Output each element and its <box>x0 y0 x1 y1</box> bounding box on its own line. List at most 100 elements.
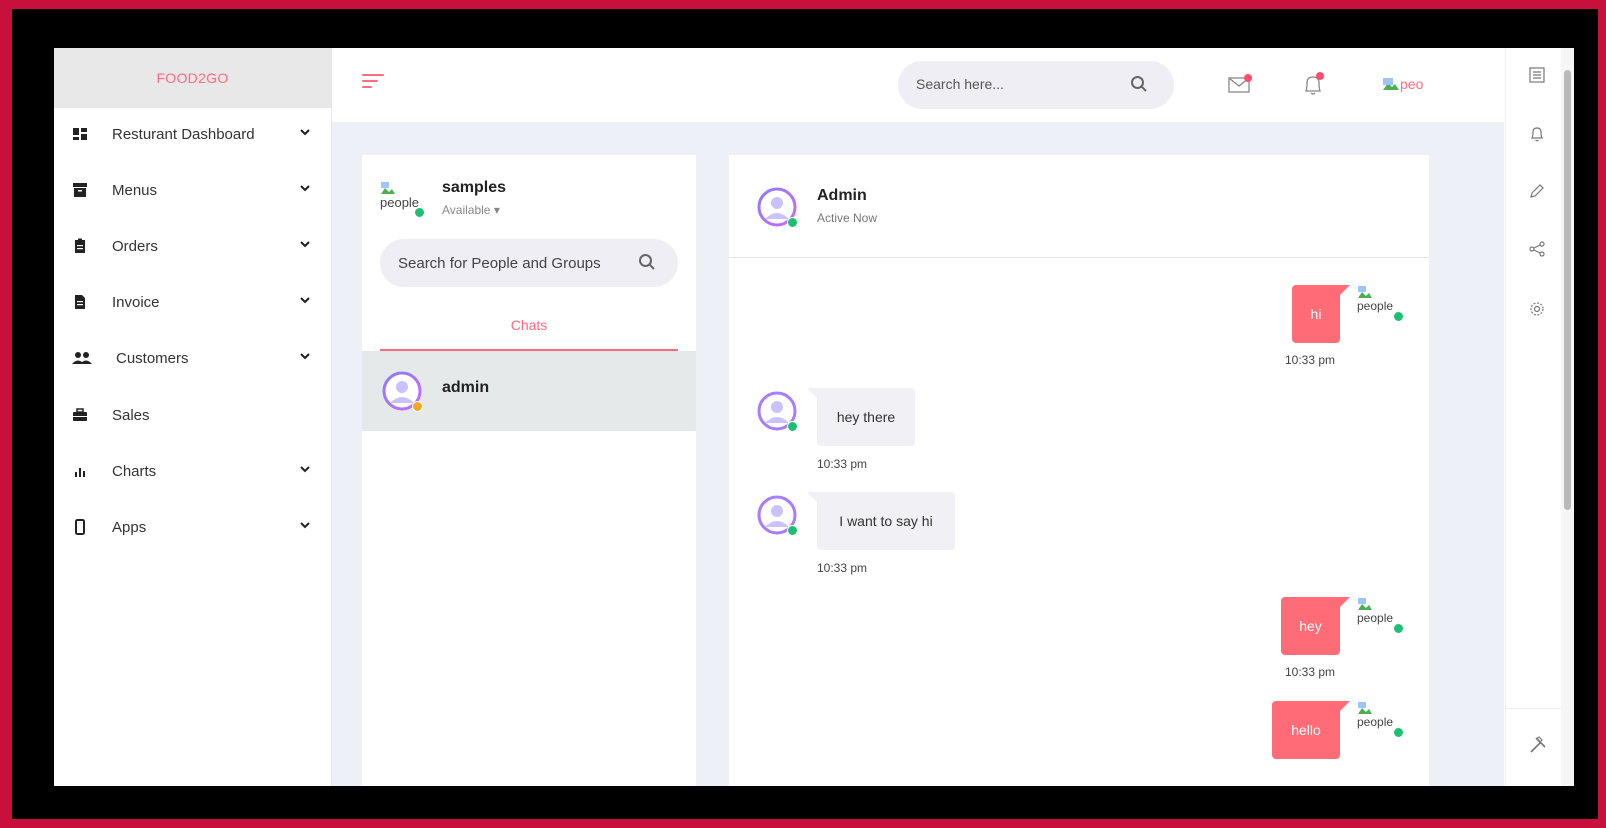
sidebar-item-customers[interactable]: Customers <box>54 338 331 378</box>
my-message-avatar: people <box>1357 701 1404 739</box>
my-status-dropdown[interactable]: Available ▾ <box>442 203 500 217</box>
clipboard-icon <box>75 238 85 253</box>
search-input[interactable] <box>914 75 1118 93</box>
broken-image-icon <box>1358 702 1372 714</box>
sidebar-item-sales[interactable]: Sales <box>54 395 331 435</box>
online-status-dot <box>1393 311 1404 322</box>
sidebar-item-menus[interactable]: Menus <box>54 170 331 210</box>
avatar-alt: people <box>1357 611 1394 625</box>
avatar-alt: people <box>1357 715 1394 729</box>
message-incoming: I want to say hi <box>807 492 955 550</box>
message-time: 10:33 pm <box>1285 665 1336 679</box>
message-incoming: hey there <box>807 388 915 446</box>
sender-avatar <box>757 495 798 536</box>
chevron-down-icon <box>300 353 310 360</box>
online-status-dot <box>787 421 798 432</box>
avatar-alt: people <box>1357 299 1394 313</box>
scrollbar-thumb[interactable] <box>1564 70 1571 510</box>
sidebar-item-label: Apps <box>112 518 147 536</box>
message-time: 10:33 pm <box>817 561 868 575</box>
app-window: FOOD2GO Resturant Dashboard Menus Orders… <box>54 48 1574 786</box>
peer-name: Admin <box>817 187 867 204</box>
my-avatar: people <box>380 181 425 218</box>
peer-status: Active Now <box>817 211 878 225</box>
scrollbar[interactable] <box>1561 48 1574 786</box>
pencil-icon[interactable] <box>1528 182 1546 200</box>
list-icon[interactable] <box>1528 66 1546 84</box>
sidebar-item-label: Orders <box>112 237 158 255</box>
my-name: samples <box>442 179 507 196</box>
caret-down-icon: ▾ <box>493 203 500 217</box>
sidebar-item-label: Customers <box>116 349 189 367</box>
sidebar-item-label: Charts <box>112 462 157 480</box>
sidebar-item-label: Menus <box>112 181 158 199</box>
search-icon[interactable] <box>638 253 656 271</box>
sidebar-item-invoice[interactable]: Invoice <box>54 282 331 322</box>
tools-icon[interactable] <box>1528 735 1548 755</box>
sidebar: FOOD2GO Resturant Dashboard Menus Orders… <box>54 48 332 786</box>
file-invoice-icon <box>75 295 85 309</box>
online-status-dot <box>787 217 798 228</box>
message-text: hi <box>1310 306 1322 322</box>
chevron-down-icon <box>300 129 310 136</box>
message-text: hello <box>1291 722 1321 738</box>
online-status-dot <box>787 525 798 536</box>
tab-chats[interactable]: Chats <box>380 305 678 351</box>
archive-icon <box>73 183 87 197</box>
broken-image-icon <box>381 182 395 194</box>
my-avatar-alt: people <box>380 195 420 210</box>
sidebar-item-resturant-dashboard[interactable]: Resturant Dashboard <box>54 114 331 154</box>
message-outgoing: hey <box>1281 597 1350 655</box>
sidebar-item-label: Resturant Dashboard <box>112 125 255 143</box>
online-status-dot <box>1393 727 1404 738</box>
sidebar-item-label: Sales <box>112 406 150 424</box>
message-outgoing: hi <box>1292 285 1350 343</box>
message-text: hey <box>1299 618 1322 634</box>
contact-avatar <box>382 371 423 412</box>
conversation-header: Admin Active Now <box>729 155 1429 258</box>
content-area: people samples Available ▾ Chats admin <box>332 123 1504 786</box>
profile-menu[interactable]: peo <box>1382 76 1423 92</box>
topbar: peo <box>332 48 1504 123</box>
profile-image-alt: peo <box>1400 76 1424 92</box>
brand-logo[interactable]: FOOD2GO <box>54 48 331 108</box>
search-icon[interactable] <box>1130 75 1148 93</box>
bar-chart-icon <box>75 468 85 477</box>
chat-list-panel: people samples Available ▾ Chats admin <box>362 155 696 786</box>
sidebar-item-label: Invoice <box>112 293 160 311</box>
sidebar-item-charts[interactable]: Charts <box>54 451 331 491</box>
broken-image-icon <box>1358 598 1372 610</box>
notification-dot <box>1244 74 1252 82</box>
chevron-down-icon <box>300 466 310 473</box>
chevron-down-icon <box>300 297 310 304</box>
menu-toggle-icon[interactable] <box>362 74 384 90</box>
my-message-avatar: people <box>1357 597 1404 635</box>
notifications-button[interactable] <box>1302 72 1324 96</box>
my-status-label: Available <box>442 203 491 217</box>
dashboard-icon <box>73 128 87 140</box>
people-search-input[interactable] <box>396 254 620 273</box>
mobile-icon <box>75 519 85 535</box>
gear-icon[interactable] <box>1528 300 1546 318</box>
global-search <box>898 61 1174 109</box>
message-time: 10:33 pm <box>1285 353 1336 367</box>
message-outgoing: hello <box>1272 701 1350 759</box>
chevron-down-icon <box>300 241 310 248</box>
share-icon[interactable] <box>1528 240 1546 258</box>
sidebar-item-apps[interactable]: Apps <box>54 507 331 547</box>
bell-icon[interactable] <box>1528 124 1546 142</box>
peer-avatar <box>757 187 798 228</box>
sidebar-item-orders[interactable]: Orders <box>54 226 331 266</box>
message-time: 10:33 pm <box>817 457 868 471</box>
conversation-panel: Admin Active Now hi people 10:33 pm hey … <box>729 155 1429 786</box>
chat-list-item[interactable]: admin <box>362 351 696 431</box>
contact-name: admin <box>442 379 490 396</box>
people-search <box>380 239 678 287</box>
sender-avatar <box>757 391 798 432</box>
mail-button[interactable] <box>1228 74 1254 94</box>
away-status-dot <box>412 401 423 412</box>
broken-image-icon <box>1383 78 1399 90</box>
chevron-down-icon <box>300 185 310 192</box>
users-icon <box>72 352 92 364</box>
online-status-dot <box>1393 623 1404 634</box>
